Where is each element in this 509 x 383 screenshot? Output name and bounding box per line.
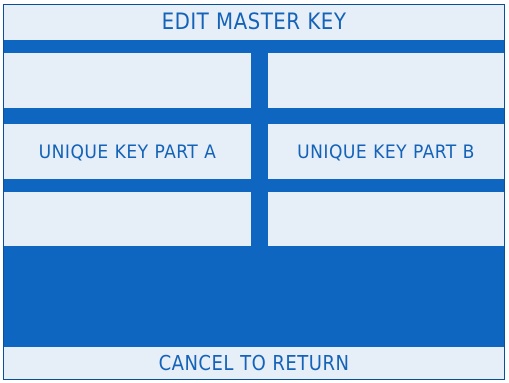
option-left-bottom[interactable] <box>4 192 251 246</box>
option-right-bottom[interactable] <box>268 192 504 246</box>
cancel-to-return-label: CANCEL TO RETURN <box>4 347 504 379</box>
option-left-top[interactable] <box>4 53 251 108</box>
screen-title: EDIT MASTER KEY <box>4 5 504 40</box>
atm-screen: EDIT MASTER KEY UNIQUE KEY PART A UNIQUE… <box>3 4 505 380</box>
unique-key-part-b-button[interactable]: UNIQUE KEY PART B <box>268 124 504 179</box>
unique-key-part-a-button[interactable]: UNIQUE KEY PART A <box>4 124 251 179</box>
option-right-top[interactable] <box>268 53 504 108</box>
